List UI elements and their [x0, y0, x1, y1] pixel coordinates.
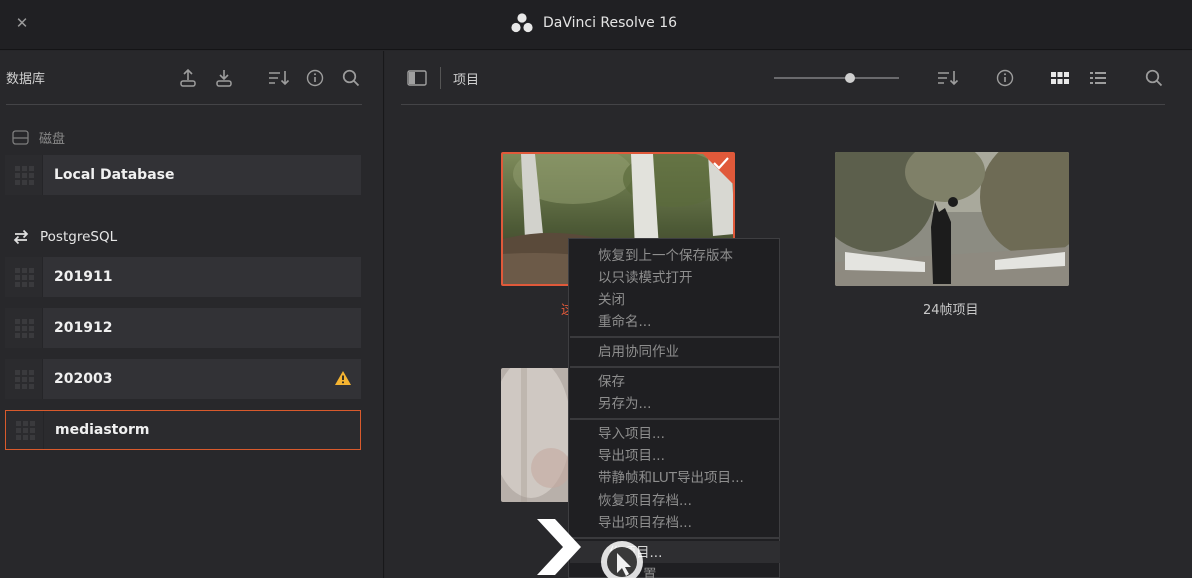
- postgres-label: PostgreSQL: [40, 229, 118, 245]
- window-title: DaVinci Resolve 16: [543, 15, 678, 31]
- title-bar: ✕ DaVinci Resolve 16: [0, 0, 1192, 50]
- sort-icon[interactable]: [937, 67, 959, 89]
- davinci-logo-icon: [511, 13, 533, 33]
- project-thumbnail[interactable]: [835, 152, 1069, 286]
- close-icon[interactable]: ✕: [14, 13, 30, 33]
- divider: [401, 104, 1165, 105]
- search-icon[interactable]: [1143, 67, 1165, 89]
- menu-item-close[interactable]: 关闭: [598, 290, 625, 310]
- slider-knob[interactable]: [845, 73, 855, 83]
- menu-item-open-readonly[interactable]: 以只读模式打开: [598, 268, 693, 288]
- toggle-sidebar-icon[interactable]: [406, 67, 428, 89]
- menu-divider: [570, 366, 780, 368]
- warning-icon: [334, 370, 352, 390]
- menu-item-save-as[interactable]: 另存为...: [598, 394, 651, 414]
- menu-item-export[interactable]: 导出项目...: [598, 446, 665, 466]
- menu-item-rename[interactable]: 重命名...: [598, 312, 651, 332]
- database-row[interactable]: 202003: [5, 359, 361, 399]
- database-name: 201912: [54, 320, 113, 336]
- list-view-icon[interactable]: [1087, 67, 1109, 89]
- menu-item-export-with-stills[interactable]: 带静帧和LUT导出项目...: [598, 468, 744, 488]
- chevron-arrow-overlay-icon: [537, 519, 581, 575]
- database-name: 202003: [54, 371, 113, 387]
- menu-divider: [570, 418, 780, 420]
- cursor-click-indicator-icon: [601, 541, 643, 578]
- database-panel-title: 数据库: [6, 72, 46, 87]
- menu-item-revert[interactable]: 恢复到上一个保存版本: [598, 246, 733, 266]
- database-icon: [5, 257, 43, 297]
- divider: [6, 104, 362, 105]
- database-name: Local Database: [54, 167, 175, 183]
- disk-icon: [12, 130, 29, 145]
- database-panel: 数据库 磁盘 Local Database PostgreSQL 201911: [0, 51, 384, 578]
- projects-title: 项目: [453, 73, 480, 88]
- project-label: 24帧项目: [923, 303, 979, 318]
- database-icon: [5, 155, 43, 195]
- upload-icon[interactable]: [177, 67, 199, 89]
- database-row-local[interactable]: Local Database: [5, 155, 361, 195]
- database-name: mediastorm: [55, 422, 150, 438]
- menu-item-import[interactable]: 导入项目...: [598, 424, 665, 444]
- context-menu: 恢复到上一个保存版本 以只读模式打开 关闭 重命名... 启用协同作业 保存 另…: [568, 238, 780, 578]
- thumbnail-size-slider[interactable]: [774, 77, 899, 79]
- search-icon[interactable]: [340, 67, 362, 89]
- database-row[interactable]: 201912: [5, 308, 361, 348]
- menu-item-restore-archive[interactable]: 恢复项目存档...: [598, 491, 692, 511]
- swap-arrows-icon: [13, 229, 29, 245]
- disk-section: 磁盘: [12, 128, 65, 147]
- menu-item-save[interactable]: 保存: [598, 372, 625, 392]
- sort-icon[interactable]: [268, 67, 290, 89]
- database-icon: [5, 308, 43, 348]
- info-icon[interactable]: [304, 67, 326, 89]
- menu-divider: [570, 336, 780, 338]
- postgres-section: PostgreSQL: [12, 229, 117, 245]
- grid-view-icon[interactable]: [1049, 67, 1071, 89]
- menu-item-enable-collab[interactable]: 启用协同作业: [598, 342, 679, 362]
- menu-item-export-archive[interactable]: 导出项目存档...: [598, 513, 692, 533]
- avenue-photo: [835, 152, 1069, 286]
- selected-check-icon: [703, 154, 733, 184]
- disk-label: 磁盘: [39, 132, 66, 147]
- app-title: DaVinci Resolve 16: [511, 10, 677, 36]
- database-name: 201911: [54, 269, 113, 285]
- database-icon: [6, 411, 44, 449]
- divider: [440, 67, 441, 89]
- download-icon[interactable]: [213, 67, 235, 89]
- info-icon[interactable]: [994, 67, 1016, 89]
- database-icon: [5, 359, 43, 399]
- database-row-active[interactable]: mediastorm: [5, 410, 361, 450]
- database-row[interactable]: 201911: [5, 257, 361, 297]
